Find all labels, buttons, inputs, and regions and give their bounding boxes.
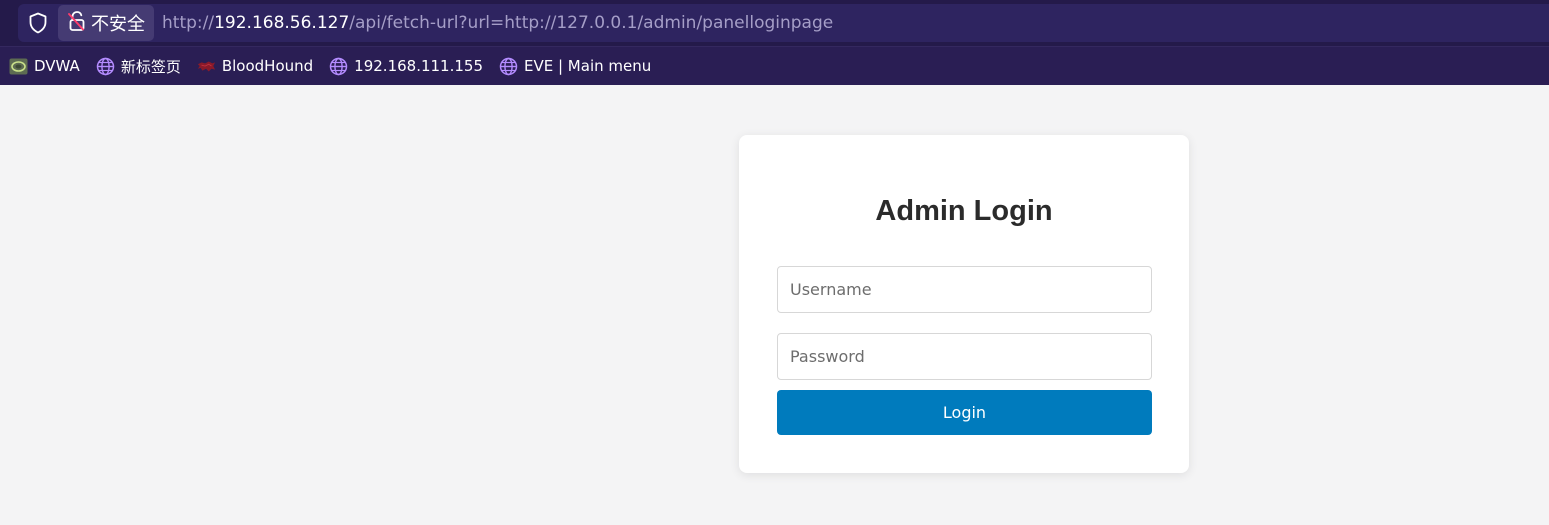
bookmarks-bar: DVWA 新标签页 BloodHound 192.168.111.155 EVE… [0,46,1549,85]
password-input[interactable] [777,333,1152,380]
address-bar-row: 不安全 http://192.168.56.127/api/fetch-url?… [0,0,1549,46]
bookmark-bloodhound[interactable]: BloodHound [197,57,313,76]
bookmark-new-tab[interactable]: 新标签页 [96,56,181,77]
url-host: 192.168.56.127 [214,13,350,33]
url-path: /api/fetch-url?url=http://127.0.0.1/admi… [349,13,834,33]
globe-icon [499,57,518,76]
page-content: Admin Login Login [0,85,1549,525]
username-input[interactable] [777,266,1152,313]
url-scheme: http:// [162,13,215,33]
shield-icon[interactable] [18,4,58,42]
login-card: Admin Login Login [739,135,1189,473]
globe-icon [96,57,115,76]
url-bar[interactable]: 不安全 http://192.168.56.127/api/fetch-url?… [18,4,1549,42]
bookmark-eve-main-menu[interactable]: EVE | Main menu [499,57,651,76]
browser-chrome: 不安全 http://192.168.56.127/api/fetch-url?… [0,0,1549,85]
bookmark-label: 192.168.111.155 [354,57,483,75]
dvwa-icon [9,57,28,76]
login-button[interactable]: Login [777,390,1152,435]
bookmark-dvwa[interactable]: DVWA [9,57,80,76]
login-title: Admin Login [875,195,1053,227]
bloodhound-icon [197,57,216,76]
security-indicator[interactable]: 不安全 [58,5,154,41]
url-text[interactable]: http://192.168.56.127/api/fetch-url?url=… [162,13,833,33]
bookmark-label: 新标签页 [120,57,181,76]
bookmark-label: EVE | Main menu [524,57,652,75]
bookmark-label: BloodHound [221,57,314,75]
broken-lock-icon [67,10,87,37]
bookmark-192-168-111-155[interactable]: 192.168.111.155 [329,57,483,76]
globe-icon [329,57,348,76]
security-label: 不安全 [91,14,145,35]
bookmark-label: DVWA [34,57,80,75]
